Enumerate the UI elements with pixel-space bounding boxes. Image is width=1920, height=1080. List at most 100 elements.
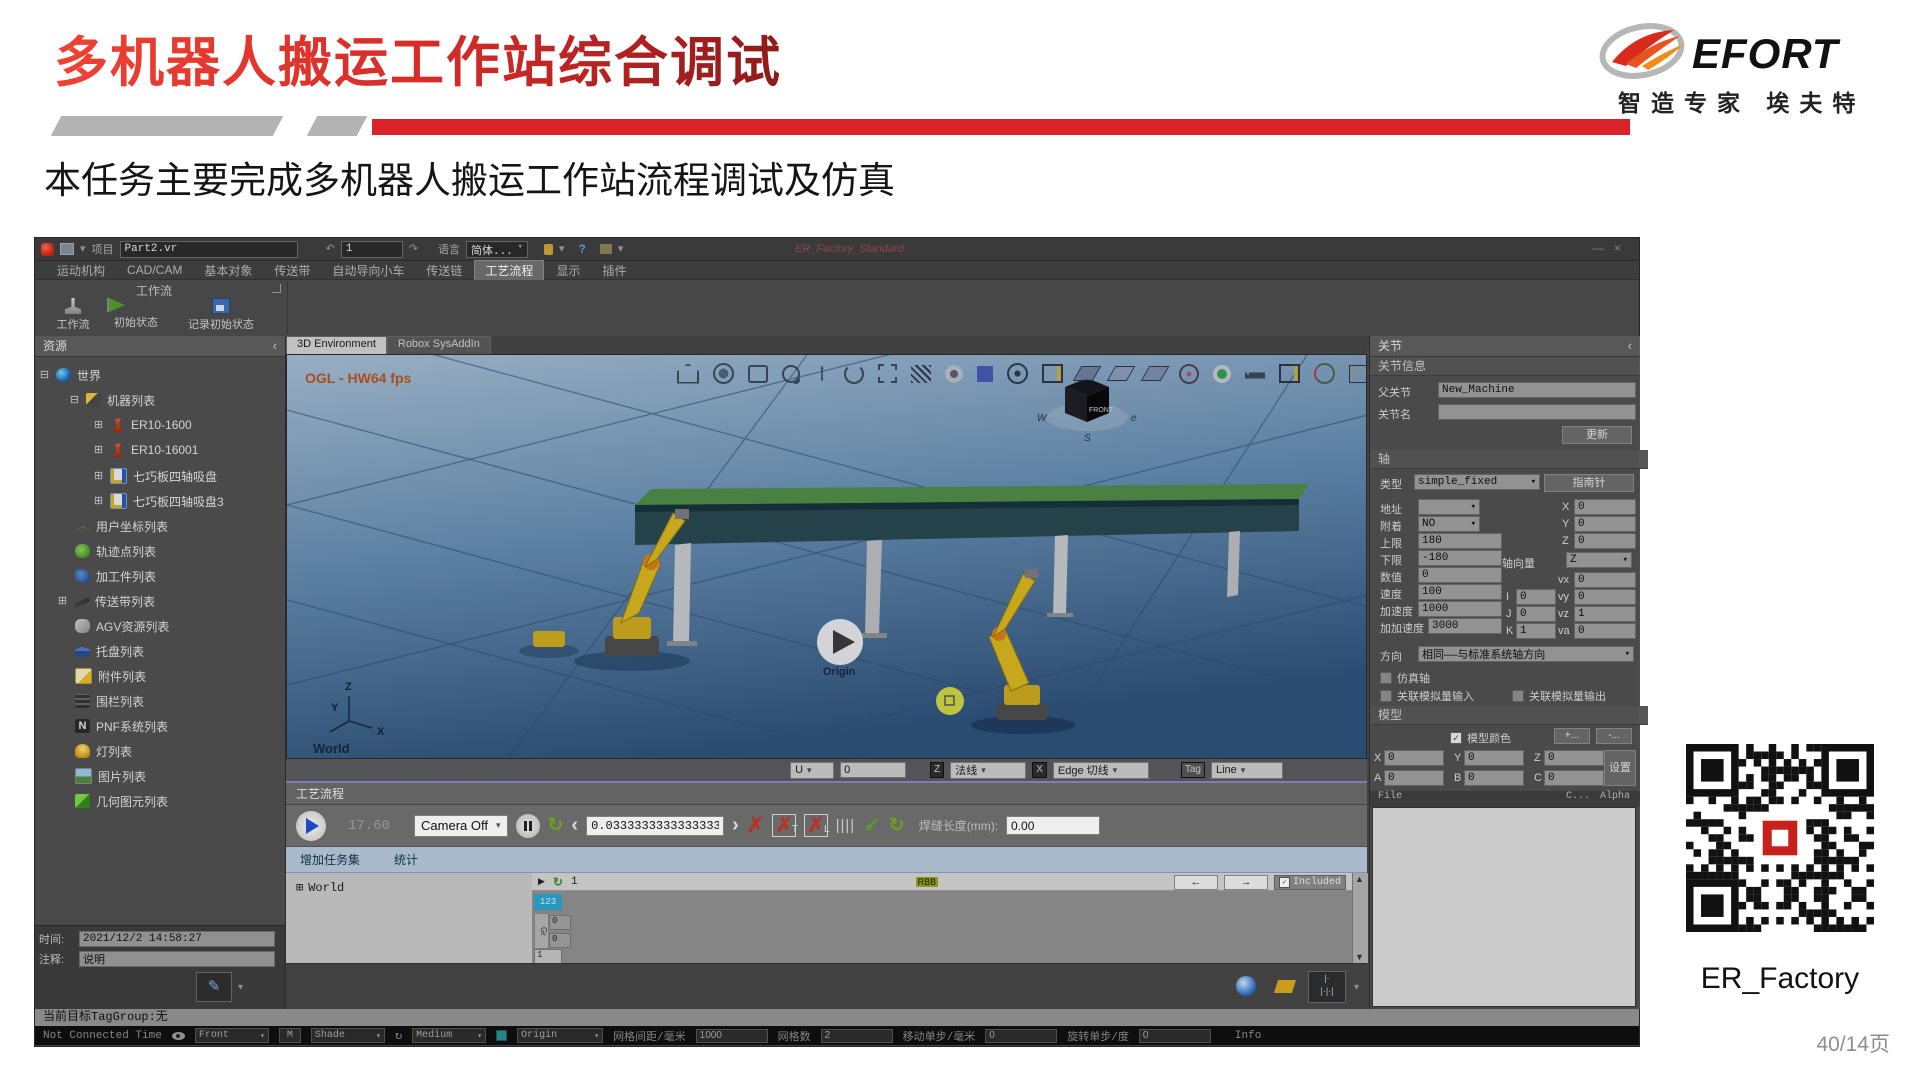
timeline-tree[interactable]: ⊞ World — [286, 873, 533, 963]
origin-select[interactable]: Origin▾ — [517, 1028, 603, 1043]
minimize-icon[interactable]: — — [1592, 241, 1614, 255]
sim-axis-checkbox[interactable]: 仿真轴 — [1380, 670, 1430, 686]
image-icon[interactable] — [600, 244, 612, 254]
jerk-input[interactable] — [1428, 618, 1502, 634]
value-input[interactable] — [1418, 567, 1502, 583]
loop-small-icon[interactable]: ↻ — [553, 875, 563, 889]
shaded-icon[interactable] — [945, 365, 963, 383]
time-input[interactable] — [79, 931, 275, 947]
lock-icon[interactable] — [544, 244, 553, 255]
plane2-icon[interactable] — [1107, 366, 1136, 381]
expand-icon[interactable]: ⊞ — [93, 496, 104, 507]
tree-item-pictures[interactable]: 图片列表 — [75, 765, 146, 787]
addr-select[interactable]: ▾ — [1418, 499, 1480, 515]
x-badge[interactable]: X — [1032, 762, 1047, 778]
pose-c-input[interactable] — [1544, 770, 1604, 786]
tree-item-er10-1600[interactable]: ⊞ ER10-1600 — [93, 414, 192, 436]
fullscreen-icon[interactable] — [878, 364, 897, 383]
expand-icon[interactable]: ⊞ — [93, 420, 104, 431]
hatch-icon[interactable] — [911, 365, 931, 383]
tree-item-attachments[interactable]: 附件列表 — [75, 665, 146, 687]
z-input[interactable] — [1574, 533, 1636, 549]
gimbal-icon[interactable] — [1314, 363, 1335, 384]
compass-icon[interactable] — [1236, 976, 1256, 996]
caret-down-icon[interactable]: ▾ — [559, 244, 565, 255]
tree-item-primitives[interactable]: 几何图元列表 — [75, 790, 168, 812]
caret-down-icon[interactable]: ▾ — [238, 982, 243, 993]
tree-item-robot-list[interactable]: ⊟ 机器列表 — [69, 389, 155, 411]
zoom-window-icon[interactable] — [748, 365, 768, 383]
close-icon[interactable]: × — [1614, 241, 1631, 255]
tab-add-taskset[interactable]: 增加任务集 — [300, 851, 360, 868]
timeline-ruler[interactable]: ▶ ↻ 1 RBB ← → ✓ Included — [532, 873, 1352, 891]
play-small-icon[interactable]: ▶ — [538, 876, 545, 887]
measure-icon[interactable] — [1245, 369, 1265, 379]
plane-icon[interactable] — [1073, 366, 1102, 381]
confirm-icon[interactable]: ✓ — [863, 813, 881, 838]
video-play-overlay[interactable] — [817, 619, 863, 665]
caret-down-icon[interactable]: ▾ — [1354, 982, 1359, 993]
tab-motion[interactable]: 运动机构 — [47, 261, 115, 280]
compass-button[interactable]: 指南针 — [1544, 474, 1634, 492]
plane3-icon[interactable] — [1141, 366, 1170, 381]
play-button[interactable] — [296, 811, 326, 841]
record-initial-state-button[interactable]: 记录初始状态 — [173, 298, 269, 334]
speed-input[interactable] — [1418, 584, 1502, 600]
upper-input[interactable] — [1418, 533, 1502, 549]
move-right-button[interactable]: → — [1224, 875, 1268, 890]
rotate-icon[interactable] — [844, 364, 864, 384]
refresh-icon[interactable]: ↻ — [889, 816, 905, 835]
undo-icon[interactable]: ↶ — [326, 244, 335, 255]
window-controls[interactable]: —× — [1592, 241, 1631, 255]
gantt-cell-selected[interactable]: 123 — [534, 894, 562, 910]
joint-name-input[interactable] — [1438, 404, 1636, 420]
expand-icon[interactable]: ⊞ — [93, 471, 104, 482]
circle-icon[interactable] — [1179, 364, 1199, 384]
delete-line-icon[interactable]: ✗L — [804, 814, 828, 837]
project-name-input[interactable] — [120, 241, 298, 258]
expand-icon[interactable]: ⊞ — [296, 880, 303, 895]
step-back-icon[interactable]: ‹ — [571, 814, 578, 837]
delete-tag-icon[interactable]: ✗T — [772, 814, 796, 837]
shade-select[interactable]: Shade▾ — [311, 1028, 385, 1043]
parent-joint-input[interactable] — [1438, 382, 1636, 398]
window-icon[interactable] — [60, 243, 74, 255]
direction-select[interactable]: 相同——与标准系统轴方向▾ — [1418, 646, 1634, 662]
orbit-icon[interactable] — [713, 363, 734, 384]
k-input[interactable] — [1516, 623, 1556, 639]
tree-item-pnf[interactable]: N PNF系统列表 — [75, 715, 168, 737]
step-interval-input[interactable] — [586, 816, 724, 836]
contract-icon[interactable]: ⊟ — [39, 370, 50, 381]
redo-icon[interactable]: ↷ — [409, 244, 418, 255]
tree-item-trackpoints[interactable]: 轨迹点列表 — [75, 540, 156, 562]
step-forward-icon[interactable]: › — [732, 814, 739, 837]
tab-3d-environment[interactable]: 3D Environment — [286, 336, 387, 354]
vz-input[interactable] — [1574, 606, 1636, 622]
move-left-button[interactable]: ← — [1174, 875, 1218, 890]
tree-item-gripper1[interactable]: ⊞ 七巧板四轴吸盘 — [93, 465, 217, 487]
expand-icon[interactable]: ⊞ — [57, 596, 68, 607]
vx-input[interactable] — [1574, 572, 1636, 588]
timeline-gantt[interactable]: ▶ ↻ 1 RBB ← → ✓ Included 123 Gr 0 0 1 — [532, 873, 1352, 963]
dialog-launcher-icon[interactable] — [272, 284, 281, 293]
set-button[interactable]: 设置 — [1604, 750, 1636, 786]
tree-item-er10-16001[interactable]: ⊞ ER10-16001 — [93, 439, 198, 461]
pose-a-input[interactable] — [1384, 770, 1444, 786]
gantt-cell[interactable]: 0 — [549, 933, 571, 948]
y-input[interactable] — [1574, 516, 1636, 532]
move-step-input[interactable] — [985, 1029, 1057, 1043]
tree-item-agv[interactable]: AGV资源列表 — [75, 615, 169, 637]
tree-item-world[interactable]: ⊟ 世界 — [39, 364, 101, 386]
language-select[interactable]: 简体... ▾ — [466, 241, 528, 258]
i-input[interactable] — [1516, 589, 1556, 605]
initial-state-button[interactable]: 初始状态 — [105, 298, 167, 334]
gantt-cell[interactable]: 1 — [534, 949, 562, 964]
snap-icon[interactable] — [496, 1030, 507, 1041]
tab-basic-objects[interactable]: 基本对象 — [194, 261, 262, 280]
remove-model-button[interactable]: -... — [1596, 728, 1632, 744]
scroll-up-icon[interactable]: ▲ — [1355, 874, 1364, 884]
timeline-scrollbar[interactable]: ▲ ▼ — [1352, 873, 1368, 963]
view-select[interactable]: Front▾ — [195, 1028, 269, 1043]
scroll-down-icon[interactable]: ▼ — [1355, 952, 1364, 962]
tab-process[interactable]: 工艺流程 — [474, 260, 544, 281]
